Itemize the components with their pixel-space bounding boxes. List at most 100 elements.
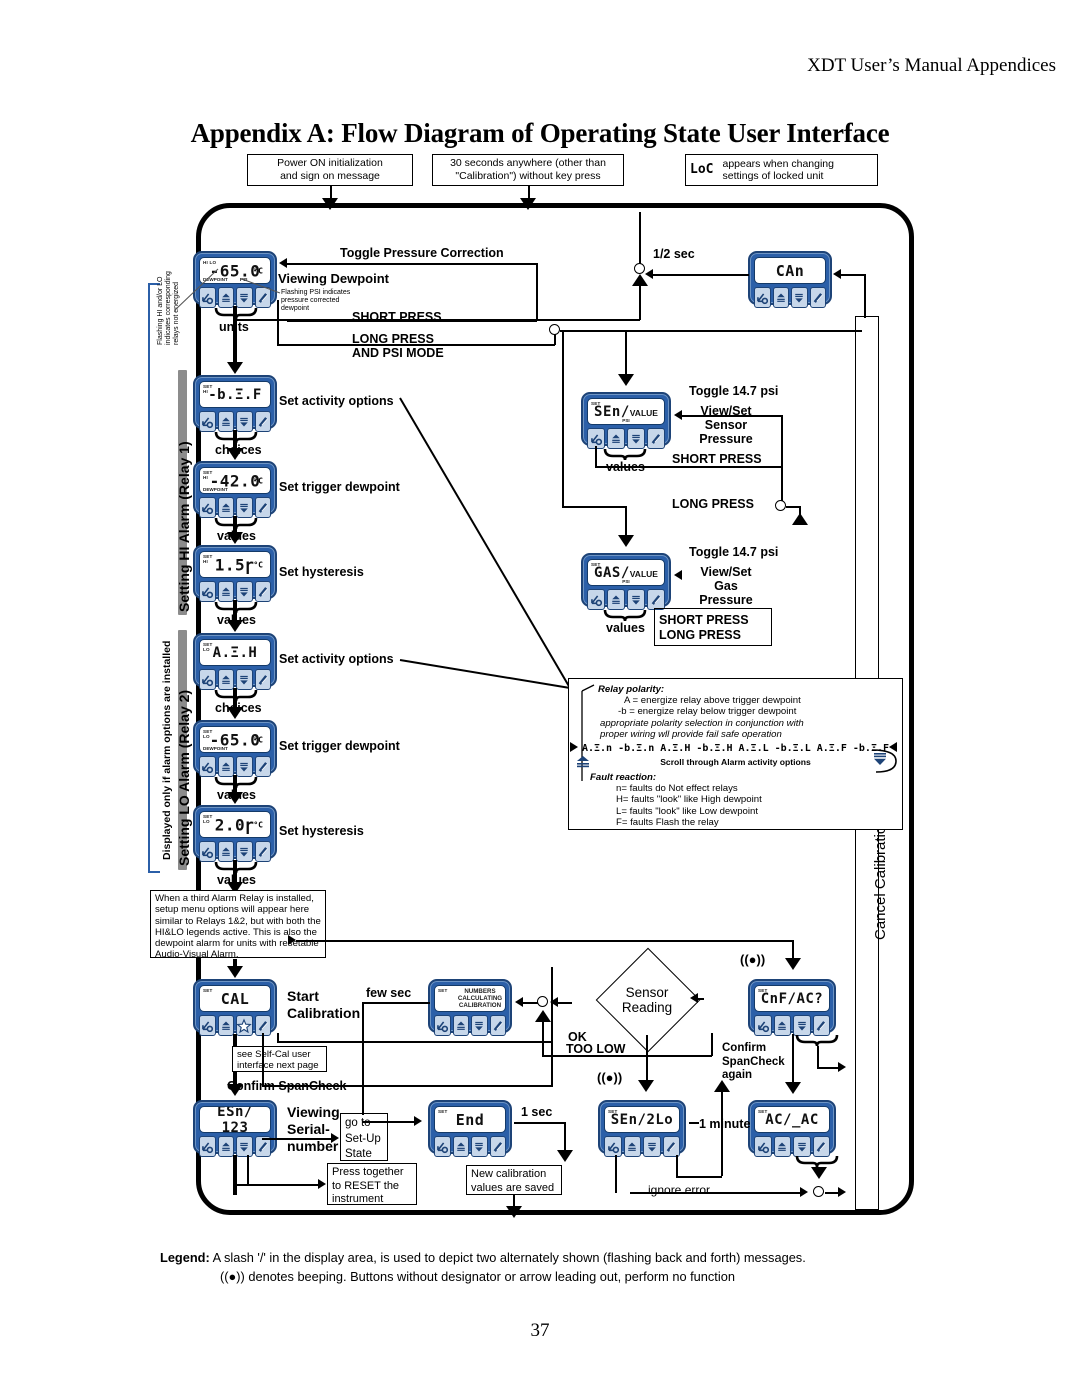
mode-button[interactable] [604, 1136, 622, 1157]
label-choices-2: choices [215, 701, 262, 715]
device-confirm-spancheck[interactable]: SET CnF/AC? [748, 979, 836, 1036]
up-button[interactable] [217, 497, 234, 518]
enter-button[interactable] [812, 1015, 830, 1036]
down-button[interactable] [236, 581, 253, 602]
up-button[interactable] [217, 756, 234, 777]
page-number: 37 [530, 1320, 550, 1341]
enter-button[interactable] [254, 756, 271, 777]
up-button[interactable] [607, 428, 625, 449]
device-lo-hysteresis[interactable]: SET LO 2.0ɼ °C [193, 805, 277, 862]
up-button[interactable] [217, 1136, 234, 1157]
up-button[interactable] [217, 841, 234, 862]
enter-button[interactable] [254, 581, 271, 602]
legend-label: Legend: [160, 1250, 210, 1265]
relay-polarity-a: A = energize relay above trigger dewpoin… [624, 695, 801, 707]
fault-reaction-title: Fault reaction: [590, 772, 657, 784]
mode-button[interactable] [434, 1136, 451, 1157]
mode-button[interactable] [754, 1015, 772, 1036]
up-button[interactable] [607, 589, 625, 610]
up-button[interactable] [217, 411, 234, 432]
mode-button[interactable] [434, 1015, 451, 1036]
down-button[interactable] [236, 841, 253, 862]
label-values-sen: values [606, 460, 645, 474]
relay-scroll-hint: Scroll through Alarm activity options [660, 757, 811, 768]
down-button[interactable] [627, 589, 645, 610]
up-button[interactable] [623, 1136, 641, 1157]
down-button[interactable] [793, 1015, 811, 1036]
device-hi-trigger[interactable]: SET HI DEWPOINT -42.0 °C [193, 461, 277, 518]
mode-button[interactable] [199, 841, 216, 862]
up-button[interactable] [217, 581, 234, 602]
lcd-value: ESn/ 123 [217, 1106, 253, 1133]
device-serial-number[interactable]: ESn/ 123 [193, 1100, 277, 1157]
label-set-hysteresis-2: Set hysteresis [279, 824, 364, 838]
mode-button[interactable] [199, 756, 216, 777]
down-button[interactable] [627, 428, 645, 449]
down-button[interactable] [471, 1015, 488, 1036]
device-end[interactable]: SET End [428, 1100, 512, 1157]
enter-button[interactable] [254, 411, 271, 432]
up-button[interactable] [452, 1015, 469, 1036]
device-accept-calibration[interactable]: SET AC/_AC [748, 1100, 836, 1157]
down-button[interactable] [236, 411, 253, 432]
up-button[interactable] [217, 669, 234, 690]
label-flashing-psi: Flashing PSI indicates pressure correcte… [281, 289, 351, 313]
device-lo-activity[interactable]: SET LO A.Ξ.H [193, 633, 277, 690]
enter-button[interactable] [647, 589, 665, 610]
enter-button[interactable] [489, 1015, 506, 1036]
mode-button[interactable] [199, 581, 216, 602]
enter-button[interactable] [662, 1136, 680, 1157]
enter-button[interactable] [254, 841, 271, 862]
lcd-value: SEn/ [594, 403, 630, 420]
lcd-value: NUMBERS CALCULATING CALIBRATION [457, 987, 503, 1010]
up-button[interactable] [773, 1015, 791, 1036]
up-button[interactable] [217, 1015, 234, 1036]
enter-button[interactable] [812, 1136, 830, 1157]
label-set-activity-1: Set activity options [279, 394, 394, 408]
label-relay2: Setting LO Alarm (Relay 2) [176, 689, 192, 866]
fault-f: F= faults Flash the relay [616, 816, 719, 828]
device-lo-trigger[interactable]: SET LO DEWPOINT -65.0 °C [193, 720, 277, 777]
down-button[interactable] [236, 497, 253, 518]
relay-activity-options: A.Ξ.n -b.Ξ.n A.Ξ.H -b.Ξ.H A.Ξ.L -b.Ξ.L A… [581, 743, 890, 755]
enter-button[interactable] [647, 428, 665, 449]
enter-button[interactable] [254, 669, 271, 690]
lcd-value-suffix: VALUE [629, 568, 658, 579]
enter-button[interactable] [489, 1136, 506, 1157]
beep-icon-legend: ((●)) [220, 1269, 245, 1284]
down-button[interactable] [791, 287, 808, 308]
device-start-calibration[interactable]: SET CAL [193, 979, 277, 1036]
label-toggle-147-2: Toggle 14.7 psi [689, 545, 779, 559]
star-button[interactable] [236, 1015, 253, 1036]
mode-button[interactable] [199, 1015, 216, 1036]
lcd-unit: °C [253, 820, 263, 829]
up-button[interactable] [452, 1136, 469, 1157]
beep-icon-1: ((●)) [597, 1070, 623, 1085]
lcd-value: CAL [220, 989, 250, 1008]
up-button[interactable] [773, 1136, 791, 1157]
mode-button[interactable] [199, 411, 216, 432]
label-toggle-pressure: Toggle Pressure Correction [340, 246, 504, 260]
down-button[interactable] [471, 1136, 488, 1157]
down-button[interactable] [793, 1136, 811, 1157]
down-button[interactable] [236, 756, 253, 777]
mode-button[interactable] [199, 669, 216, 690]
mode-button[interactable] [754, 287, 771, 308]
page-header: XDT User’s Manual Appendices [807, 55, 1056, 76]
device-sensor-too-low[interactable]: SET SEn/2Lo [598, 1100, 686, 1157]
device-hi-activity[interactable]: SET HI -b.Ξ.F [193, 375, 277, 432]
down-button[interactable] [236, 669, 253, 690]
down-button[interactable] [643, 1136, 661, 1157]
label-confirm-spancheck-again: Confirm SpanCheck again [722, 1042, 785, 1081]
up-button[interactable] [772, 287, 789, 308]
down-button[interactable] [236, 1136, 253, 1157]
device-numbers-calculating[interactable]: SET NUMBERS CALCULATING CALIBRATION [428, 979, 512, 1036]
enter-button[interactable] [254, 497, 271, 518]
note-third-relay: When a third Alarm Relay is installed, s… [150, 890, 326, 960]
device-can[interactable]: CAn [748, 251, 832, 308]
enter-button[interactable] [809, 287, 826, 308]
device-hi-hysteresis[interactable]: SET HI 1.5ɼ °C [193, 545, 277, 602]
mode-button[interactable] [754, 1136, 772, 1157]
mode-button[interactable] [199, 1136, 216, 1157]
mode-button[interactable] [199, 497, 216, 518]
